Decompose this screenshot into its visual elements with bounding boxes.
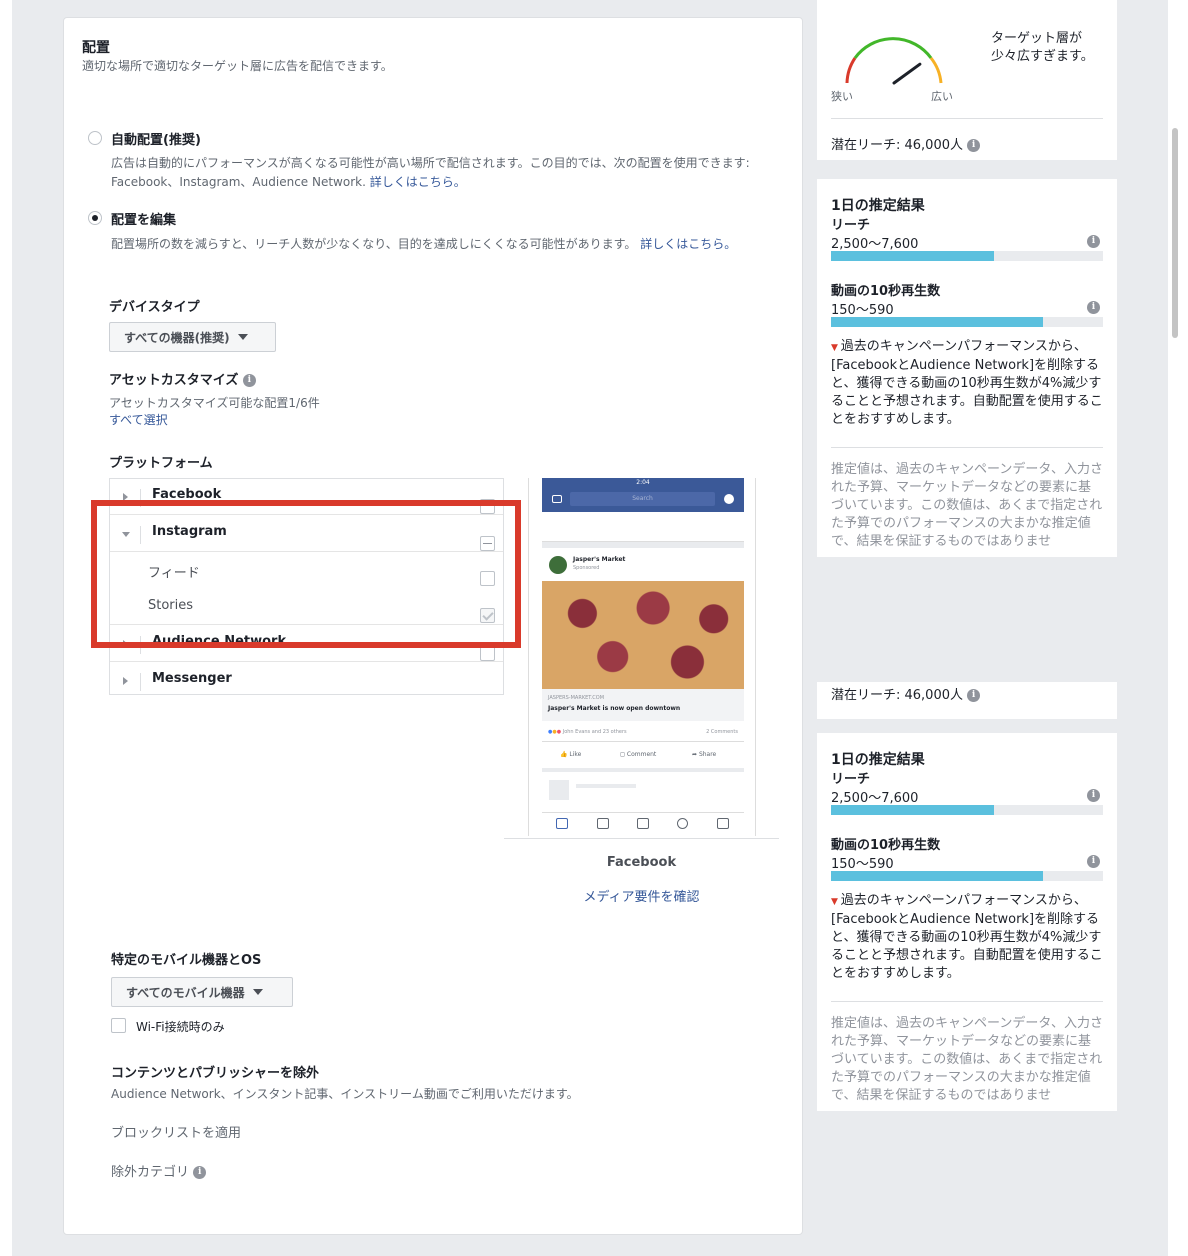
platform-row-messenger[interactable]: Messenger xyxy=(110,663,503,699)
search-bar: Search xyxy=(570,492,715,506)
gauge-wide-label: 広い xyxy=(931,90,953,103)
learn-more-link[interactable]: 詳しくはこちら。 xyxy=(370,175,466,189)
menu-icon xyxy=(717,818,729,829)
ad-image xyxy=(542,581,744,689)
gauge-message: ターゲット層が少々広すぎます。 xyxy=(991,31,1094,64)
reach-bar xyxy=(831,251,1103,261)
gauge-narrow-label: 狭い xyxy=(831,90,853,103)
daily-estimate-card: 1日の推定結果 リーチ 2,500〜7,600 i 動画の10秒再生数 150〜… xyxy=(817,179,1117,557)
ad-post: Jasper's Market Sponsored JASPERS-MARKET… xyxy=(542,548,744,768)
info-icon[interactable]: i xyxy=(1087,855,1100,868)
info-icon[interactable]: i xyxy=(967,139,981,152)
media-requirements-link[interactable]: メディア要件を確認 xyxy=(504,886,779,905)
device-type-dropdown[interactable]: すべての機器(推奨) xyxy=(109,322,276,352)
like-action: 👍 Like xyxy=(560,751,582,758)
scrollbar-thumb[interactable] xyxy=(1172,128,1178,338)
asset-customize-count: アセットカスタマイズ可能な配置1/6件 xyxy=(109,396,320,410)
edit-placement-radio[interactable] xyxy=(88,211,102,225)
reach-value: 2,500〜7,600 xyxy=(831,237,919,252)
info-icon[interactable]: i xyxy=(193,1166,207,1179)
exclude-desc: Audience Network、インスタント記事、インストリーム動画でご利用い… xyxy=(111,1087,579,1101)
video-views-bar xyxy=(831,317,1103,327)
video-views-label: 動画の10秒再生数 xyxy=(831,284,941,299)
video-icon xyxy=(597,818,609,829)
instagram-highlight-box xyxy=(91,500,521,648)
wifi-only-checkbox[interactable] xyxy=(111,1018,126,1033)
audience-network-checkbox[interactable] xyxy=(480,646,495,661)
exclude-label: コンテンツとパブリッシャーを除外 xyxy=(111,1066,320,1081)
chevron-right-icon[interactable] xyxy=(123,677,128,685)
reach-label: リーチ xyxy=(831,218,871,233)
section-title: 配置 xyxy=(82,40,110,56)
estimate-warning: ▼ 過去のキャンペーンパフォーマンスから、[FacebookとAudience … xyxy=(831,339,1103,427)
apply-blocklist[interactable]: ブロックリストを適用 xyxy=(111,1122,241,1141)
reach-bar-2 xyxy=(831,805,1103,815)
preview-caption: Facebook xyxy=(606,855,677,870)
daily-estimate-card-2: 1日の推定結果 リーチ 2,500〜7,600 i 動画の10秒再生数 150〜… xyxy=(817,733,1117,1111)
chevron-down-icon xyxy=(252,989,263,995)
comment-action: ◻ Comment xyxy=(620,751,657,758)
auto-placement-label[interactable]: 自動配置(推奨) xyxy=(111,129,201,148)
marketplace-icon xyxy=(637,818,649,829)
phone-header: 2:04 Search xyxy=(542,478,744,512)
edit-placement-desc: 配置場所の数を減らすと、リーチ人数が少なくなり、目的を達成しにくくなる可能性があ… xyxy=(111,237,737,251)
share-action: ➦ Share xyxy=(692,751,717,758)
device-type-label: デバイスタイプ xyxy=(109,300,200,315)
chevron-down-icon xyxy=(237,334,248,340)
edit-learn-more-link[interactable]: 詳しくはこ xyxy=(640,237,700,251)
platform-label: プラットフォーム xyxy=(109,456,213,471)
info-icon[interactable]: i xyxy=(1087,235,1100,248)
audience-gauge-card: 狭い 広い ターゲット層が少々広すぎます。 潜在リーチ: 46,000人 i xyxy=(817,0,1117,160)
asset-customize-label: アセットカスタマイズ i xyxy=(109,369,256,388)
info-icon[interactable]: i xyxy=(967,689,981,702)
select-all-link[interactable]: すべて選択 xyxy=(109,411,168,428)
info-icon[interactable]: i xyxy=(1087,301,1100,314)
news-feed-icon xyxy=(556,818,568,829)
ad-preview-phone: 2:04 Search Jasper's Market Sponsored JA… xyxy=(528,478,756,836)
gauge-icon xyxy=(845,37,943,85)
estimate-title: 1日の推定結果 xyxy=(831,198,925,214)
info-icon[interactable]: i xyxy=(1087,789,1100,802)
auto-placement-radio[interactable] xyxy=(88,131,102,145)
potential-reach-card-2: 潜在リーチ: 46,000人 i xyxy=(817,682,1117,719)
auto-placement-desc: 広告は自動的にパフォーマンスが高くなる可能性が高い場所で配信されます。この目的で… xyxy=(111,156,750,189)
notifications-icon xyxy=(677,818,688,829)
estimate-disclaimer: 推定値は、過去のキャンペーンデータ、入力された予算、マーケットデータなどの要素に… xyxy=(831,462,1103,549)
video-views-value: 150〜590 xyxy=(831,303,894,318)
section-subtitle: 適切な場所で適切なターゲット層に広告を配信できます。 xyxy=(82,59,393,73)
edit-placement-label[interactable]: 配置を編集 xyxy=(111,209,176,228)
advertiser-logo xyxy=(549,556,567,574)
camera-icon xyxy=(552,495,562,503)
info-icon[interactable]: i xyxy=(242,374,256,387)
mobile-os-label: 特定のモバイル機器とOS xyxy=(111,953,262,968)
wifi-only-label[interactable]: Wi-Fi接続時のみ xyxy=(136,1018,225,1035)
potential-reach-2: 潜在リーチ: 46,000人 i xyxy=(831,684,981,703)
messenger-icon xyxy=(724,494,734,504)
potential-reach: 潜在リーチ: 46,000人 i xyxy=(831,134,981,153)
excluded-categories[interactable]: 除外カテゴリ i xyxy=(111,1161,207,1180)
video-views-bar-2 xyxy=(831,871,1103,881)
reactions-summary: ●●● John Evans and 23 others xyxy=(548,729,627,735)
mobile-devices-dropdown[interactable]: すべてのモバイル機器 xyxy=(111,977,293,1007)
